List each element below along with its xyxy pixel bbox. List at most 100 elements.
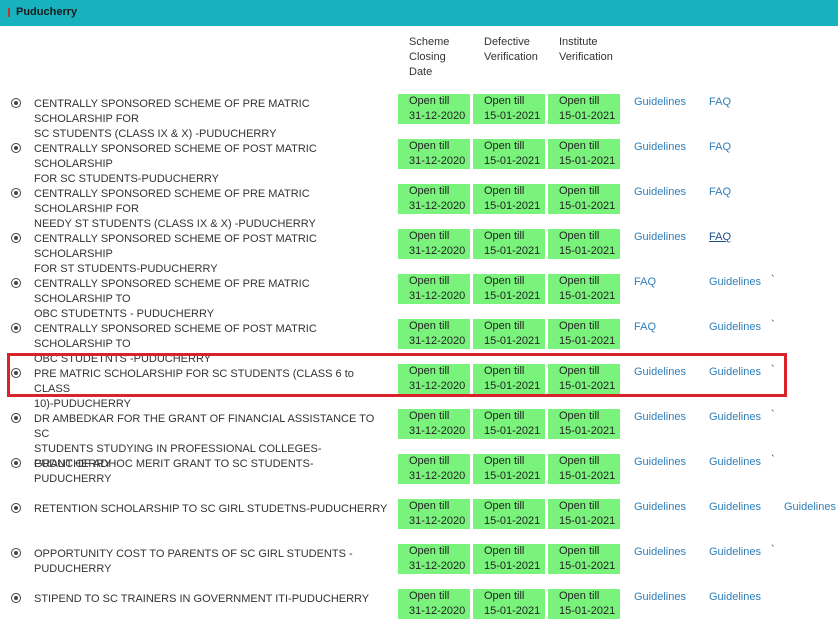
defective-verification-cell: Open till 15-01-2021 [473,139,545,169]
date-text: 15-01-2021 [484,110,541,122]
scheme-radio[interactable] [11,593,21,603]
scheme-link[interactable]: FAQ [709,141,731,153]
closing-date-cell: Open till 31-12-2020 [398,229,470,259]
scheme-name-line: STIPEND TO SC TRAINERS IN GOVERNMENT ITI… [34,593,370,605]
scheme-name-line: CENTRALLY SPONSORED SCHEME OF POST MATRI… [34,233,317,260]
status-text: Open till [484,500,525,512]
scheme-link[interactable]: FAQ [709,186,731,198]
scheme-row: GRANT OF ADHOC MERIT GRANT TO SC STUDENT… [0,454,838,499]
status-text: Open till [559,410,600,422]
scheme-link[interactable]: Guidelines [634,96,686,108]
scheme-name: GRANT OF ADHOC MERIT GRANT TO SC STUDENT… [34,457,389,487]
scheme-radio[interactable] [11,548,21,558]
scheme-link[interactable]: Guidelines [709,501,761,513]
scheme-link[interactable]: Guidelines [709,591,761,603]
scheme-name: OPPORTUNITY COST TO PARENTS OF SC GIRL S… [34,547,389,577]
defective-verification-cell: Open till 15-01-2021 [473,319,545,349]
scheme-name-line: CENTRALLY SPONSORED SCHEME OF PRE MATRIC… [34,188,310,215]
status-text: Open till [409,230,450,242]
scheme-radio[interactable] [11,188,21,198]
date-text: 15-01-2021 [559,245,616,257]
scheme-radio[interactable] [11,98,21,108]
scheme-link[interactable]: Guidelines [709,411,761,423]
institute-verification-cell: Open till 15-01-2021 [548,409,620,439]
scheme-link[interactable]: Guidelines [784,501,836,513]
scheme-link[interactable]: FAQ [634,321,656,333]
scheme-link[interactable]: Guidelines [634,546,686,558]
scheme-link[interactable]: FAQ [709,96,731,108]
state-header[interactable]: Puducherry [0,0,838,26]
radio-dot-icon [14,191,18,195]
scheme-link[interactable]: Guidelines [709,321,761,333]
status-text: Open till [559,545,600,557]
date-text: 15-01-2021 [484,515,541,527]
date-text: 31-12-2020 [409,560,466,572]
column-header-defective: Defective Verification [484,35,538,65]
scheme-link[interactable]: Guidelines [709,456,761,468]
scheme-link[interactable]: Guidelines [634,591,686,603]
defective-verification-cell: Open till 15-01-2021 [473,94,545,124]
scheme-link[interactable]: Guidelines [634,456,686,468]
status-text: Open till [409,410,450,422]
scheme-radio[interactable] [11,278,21,288]
defective-verification-cell: Open till 15-01-2021 [473,184,545,214]
status-text: Open till [484,590,525,602]
date-text: 15-01-2021 [559,470,616,482]
defective-verification-cell: Open till 15-01-2021 [473,229,545,259]
scheme-name-line: PUDUCHERRY [34,563,112,575]
scheme-radio[interactable] [11,143,21,153]
status-text: Open till [559,455,600,467]
status-text: Open till [559,185,600,197]
closing-date-cell: Open till 31-12-2020 [398,499,470,529]
date-text: 15-01-2021 [484,470,541,482]
scheme-radio[interactable] [11,413,21,423]
scheme-link[interactable]: Guidelines [634,141,686,153]
backtick-mark: ` [771,409,775,421]
status-text: Open till [409,500,450,512]
scheme-link[interactable]: Guidelines [709,276,761,288]
defective-verification-cell: Open till 15-01-2021 [473,499,545,529]
scheme-row: STIPEND TO SC TRAINERS IN GOVERNMENT ITI… [0,589,838,634]
column-header-defective-line: Verification [484,51,538,63]
date-text: 31-12-2020 [409,470,466,482]
date-text: 15-01-2021 [559,290,616,302]
selected-row-highlight [7,353,787,397]
scheme-link[interactable]: Guidelines [634,186,686,198]
scheme-link[interactable]: FAQ [634,276,656,288]
closing-date-cell: Open till 31-12-2020 [398,454,470,484]
defective-verification-cell: Open till 15-01-2021 [473,544,545,574]
scheme-name: CENTRALLY SPONSORED SCHEME OF PRE MATRIC… [34,277,389,322]
scheme-row: CENTRALLY SPONSORED SCHEME OF POST MATRI… [0,139,838,185]
scheme-link[interactable]: Guidelines [634,501,686,513]
date-text: 15-01-2021 [559,425,616,437]
closing-date-cell: Open till 31-12-2020 [398,319,470,349]
collapse-icon[interactable] [8,8,10,17]
date-text: 15-01-2021 [559,515,616,527]
column-header-institute: Institute Verification [559,35,613,65]
backtick-mark: ` [771,319,775,331]
status-text: Open till [409,95,450,107]
status-text: Open till [559,320,600,332]
status-text: Open till [484,140,525,152]
scheme-name-line: GRANT OF ADHOC MERIT GRANT TO SC STUDENT… [34,458,314,485]
status-text: Open till [559,275,600,287]
scheme-name: CENTRALLY SPONSORED SCHEME OF POST MATRI… [34,232,389,277]
defective-verification-cell: Open till 15-01-2021 [473,274,545,304]
scheme-link[interactable]: Guidelines [634,411,686,423]
scheme-link[interactable]: Guidelines [634,231,686,243]
status-text: Open till [409,590,450,602]
status-text: Open till [409,455,450,467]
scheme-link[interactable]: FAQ [709,231,731,243]
status-text: Open till [559,590,600,602]
scheme-radio[interactable] [11,323,21,333]
scheme-name-line: CENTRALLY SPONSORED SCHEME OF PRE MATRIC… [34,98,310,125]
scheme-link[interactable]: Guidelines [709,546,761,558]
scheme-name-line: CENTRALLY SPONSORED SCHEME OF PRE MATRIC… [34,278,310,305]
scheme-radio[interactable] [11,233,21,243]
scheme-radio[interactable] [11,503,21,513]
institute-verification-cell: Open till 15-01-2021 [548,274,620,304]
date-text: 15-01-2021 [484,155,541,167]
radio-dot-icon [14,281,18,285]
scheme-radio[interactable] [11,458,21,468]
date-text: 15-01-2021 [559,560,616,572]
